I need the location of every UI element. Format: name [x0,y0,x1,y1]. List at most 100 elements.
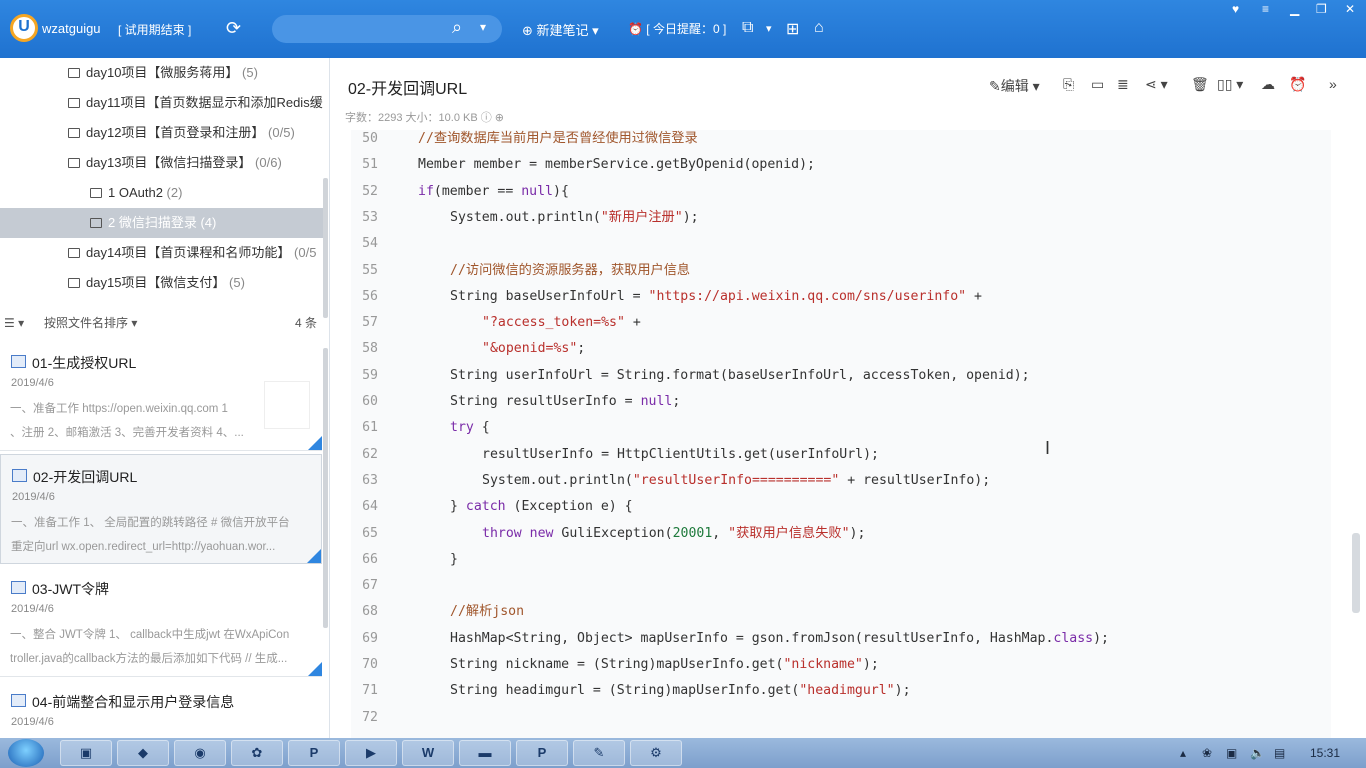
tray-arrow-icon[interactable]: ▴ [1180,746,1186,760]
code-line: 51 Member member = memberService.getByOpe… [351,152,1331,178]
sync-note-icon[interactable]: ☁ [1261,76,1275,93]
taskbar-app-button[interactable]: ▬ [459,740,511,766]
note-card[interactable]: 03-JWT令牌 2019/4/6 一、整合 JWT令牌 1、 callback中生… [0,567,322,677]
note-title[interactable]: 02-开发回调URL [348,75,467,99]
line-number: 57 [362,315,378,331]
add-tag-icon[interactable]: ⊕ [495,112,504,124]
home-icon[interactable]: ⌂ [814,19,824,37]
note-card-title: 01-生成授权URL [32,355,137,371]
volume-icon[interactable]: 🔈 [1250,746,1265,760]
username[interactable]: wzatguigu [42,21,101,36]
new-note-button[interactable]: ⊕ 新建笔记 ▾ [522,20,599,39]
note-card-snippet: 一、准备工作 1、 全局配置的跳转路径 # 微信开放平台 重定向url wx.op… [11,517,290,553]
tree-item[interactable]: day15项目【微信支付】 (5) [0,268,324,298]
trial-status[interactable]: [ 试用期结束 ] [118,21,191,38]
code-line: 59 String userInfoUrl = String.format(bas… [351,363,1331,389]
clock[interactable]: 15:31 [1310,746,1340,760]
editor-scrollbar[interactable] [1352,533,1360,613]
code-text: String userInfoUrl = String.format(baseU… [450,367,1030,383]
taskbar-app-button[interactable]: ◉ [174,740,226,766]
tree-item-count: (0/6) [255,155,282,170]
code-text: "&openid=%s"; [482,341,586,357]
tree-item-count: (5) [242,65,258,80]
tray-app-icon[interactable]: ❀ [1202,746,1212,760]
network-icon[interactable]: ▤ [1274,746,1285,760]
start-button[interactable] [8,739,44,767]
tree-item-label: day11项目【首页数据显示和添加Redis缓 [86,95,323,110]
info-icon[interactable]: ⓘ [481,112,492,124]
taskbar-app-button[interactable]: ✿ [231,740,283,766]
note-card[interactable]: 02-开发回调URL 2019/4/6 一、准备工作 1、 全局配置的跳转路径 # … [0,454,322,564]
minimize-icon[interactable]: ▁ [1290,2,1299,16]
pencil-icon: ✎ [989,78,1001,94]
menu-icon[interactable]: ≡ [1262,2,1269,16]
attachment-icon[interactable]: ⎘ [1063,76,1074,93]
skin-icon[interactable]: ♥ [1232,2,1239,16]
folder-tree-scrollbar[interactable] [323,178,328,318]
top-bar: wzatguigu [ 试用期结束 ] ⟳ ⌕ ▾ ⊕ 新建笔记 ▾ ⏰ [ 今… [0,0,1366,58]
share-icon[interactable]: ⋖ ▾ [1145,76,1168,93]
note-list-scrollbar[interactable] [323,348,328,628]
code-text: "?access_token=%s" + [482,315,641,331]
taskbar-app-button[interactable]: P [516,740,568,766]
code-line: 72 [351,705,1331,731]
reading-mode-icon[interactable]: ▯▯ ▾ [1217,76,1243,93]
list-view-icon[interactable]: ☰ ▾ [4,310,24,336]
folder-icon [68,158,80,168]
tree-item-label: day15项目【微信支付】 [86,275,230,290]
tree-item[interactable]: day13项目【微信扫描登录】 (0/6) [0,148,324,178]
sort-dropdown[interactable]: 按照文件名排序 ▾ [44,310,137,336]
taskbar-app-button[interactable]: ▶ [345,740,397,766]
screenshot-icon[interactable]: ⧉ [742,19,753,37]
screenshot-chevron-down-icon[interactable]: ▾ [766,22,772,35]
line-number: 66 [362,551,378,567]
taskbar-app-button[interactable]: ✎ [573,740,625,766]
more-icon[interactable]: » [1329,76,1337,92]
code-line: 62 resultUserInfo = HttpClientUtils.get(u… [351,442,1331,468]
taskbar-app-button[interactable]: ▣ [60,740,112,766]
code-text: System.out.println("新用户注册"); [450,209,699,225]
search-icon[interactable]: ⌕ [452,17,462,38]
code-text: Member member = memberService.getByOpeni… [418,157,815,173]
tree-item[interactable]: day14项目【首页课程和名师功能】 (0/5 [0,238,324,268]
delete-icon[interactable]: 🗑 [1191,76,1209,93]
apps-grid-icon[interactable]: ⊞ [786,19,799,39]
line-number: 50 [362,131,378,146]
sync-icon[interactable]: ⟳ [226,18,241,39]
maximize-icon[interactable]: ❐ [1316,2,1327,16]
line-number: 54 [362,236,378,252]
app-logo-icon [10,14,38,42]
code-line: 53 System.out.println("新用户注册"); [351,205,1331,231]
reminder-button[interactable]: ⏰ [ 今日提醒：0 ] [628,20,726,37]
taskbar-app-button[interactable]: W [402,740,454,766]
tree-item[interactable]: day10项目【微服务蒋用】 (5) [0,58,324,88]
comment-icon[interactable]: ▭ [1091,76,1104,93]
taskbar-app-button[interactable]: P [288,740,340,766]
tree-item[interactable]: 1 OAuth2 (2) [0,178,324,208]
code-block[interactable]: 50 //查询数据库当前用户是否曾经使用过微信登录 51 Member member … [351,130,1331,738]
tray-device-icon[interactable]: ▣ [1226,746,1237,760]
tree-item[interactable]: day11项目【首页数据显示和添加Redis缓 [0,88,324,118]
taskbar-app-button[interactable]: ◆ [117,740,169,766]
search-options-chevron-down-icon[interactable]: ▾ [480,20,486,34]
line-number: 68 [362,604,378,620]
close-icon[interactable]: ✕ [1345,2,1355,16]
code-line: 65 throw new GuliException(20001, "获取用户信息… [351,521,1331,547]
search-input[interactable] [272,15,502,43]
reminder-icon[interactable]: ⏰ [1289,76,1306,93]
tree-item[interactable]: day12项目【首页登录和注册】 (0/5) [0,118,324,148]
history-icon[interactable]: ≣ [1117,76,1129,93]
line-number: 67 [362,578,378,594]
folder-icon [68,128,80,138]
tree-item-label: day13项目【微信扫描登录】 [86,155,256,170]
code-line: 60 String resultUserInfo = null; [351,389,1331,415]
tree-item-count: (4) [200,215,217,230]
note-card[interactable]: 01-生成授权URL 2019/4/6 一、准备工作 https://open.we… [0,341,322,451]
code-line: 71 String headimgurl = (String)mapUserInf… [351,678,1331,704]
edit-button[interactable]: ✎编辑 ▾ [989,76,1040,96]
code-text: //解析json [450,604,525,620]
note-card-title: 04-前端整合和显示用户登录信息 [32,694,235,710]
note-meta: 字数：2293 大小：10.0 KB ⓘ ⊕ [345,112,505,124]
tree-item[interactable]: 2 微信扫描登录 (4) [0,208,324,238]
taskbar-app-button[interactable]: ⚙ [630,740,682,766]
